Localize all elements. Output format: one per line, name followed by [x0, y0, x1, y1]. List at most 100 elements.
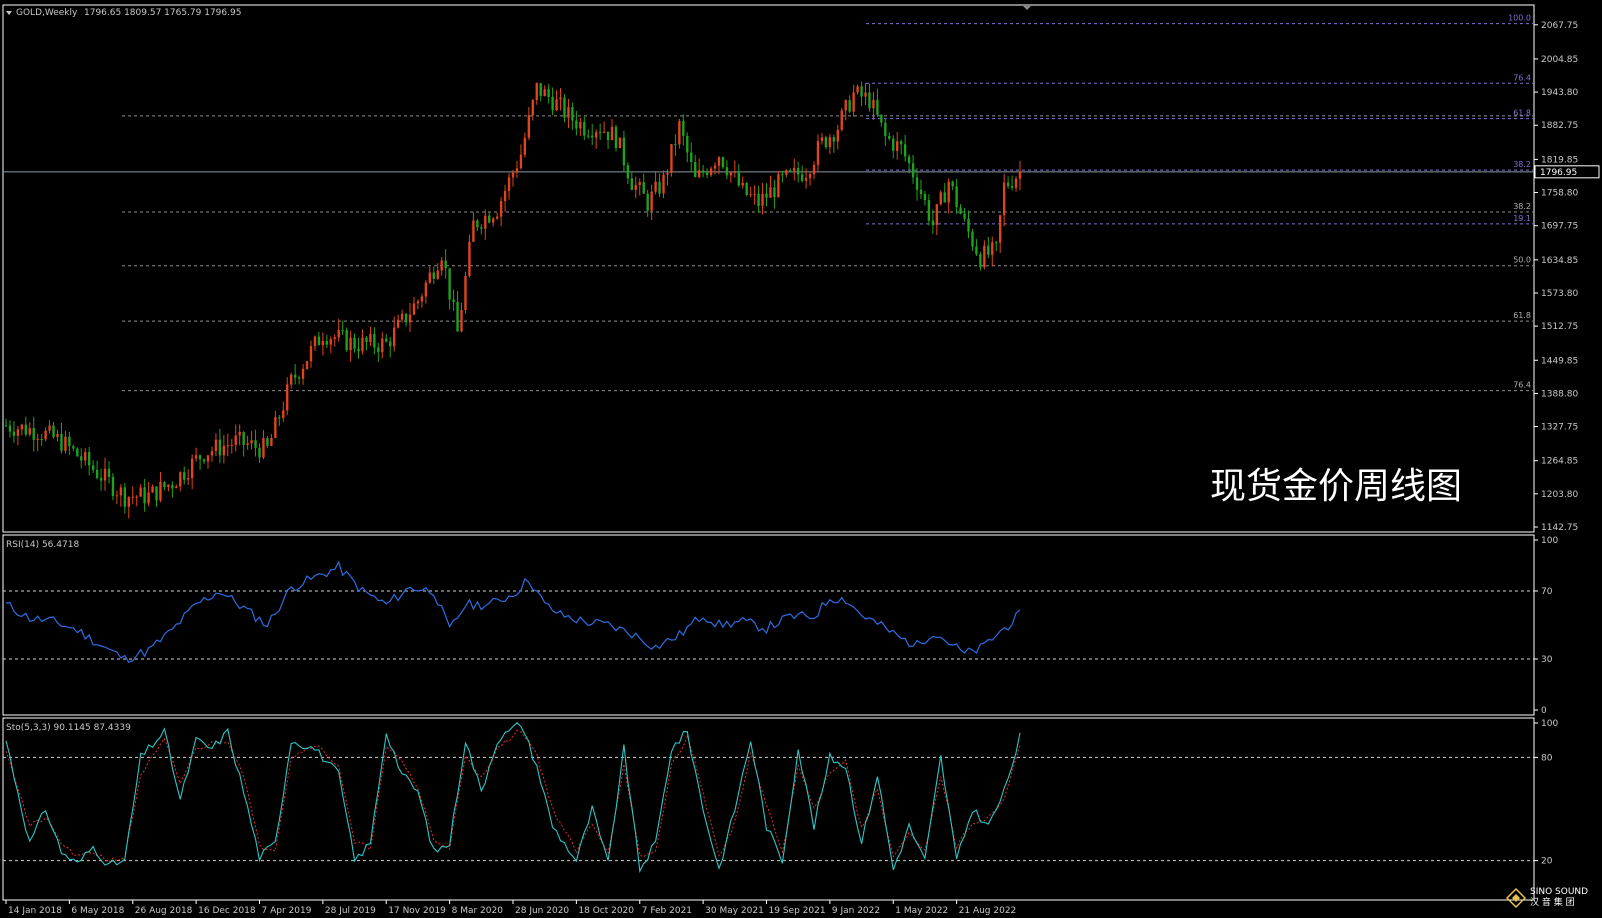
candle-body — [40, 439, 43, 441]
price-tick-label: 2004.85 — [1541, 55, 1578, 65]
candle-body — [899, 141, 903, 145]
candle-body — [84, 452, 87, 461]
candle-body — [721, 157, 725, 168]
candle-body — [305, 361, 309, 369]
candle-body — [428, 272, 432, 283]
time-tick-label: 9 Jan 2022 — [832, 906, 880, 916]
price-tick-label: 1388.80 — [1541, 389, 1578, 399]
candle-body — [337, 330, 340, 338]
rsi-tick-label: 0 — [1541, 706, 1547, 716]
price-tick-label: 1758.80 — [1541, 189, 1578, 199]
gold-weekly-chart: 2067.75 2004.85 1943.80 1882.75 1819.85 1758.… — [2, 4, 1600, 916]
candle-body — [959, 207, 962, 214]
candle-body — [571, 107, 574, 121]
candle-body — [254, 440, 257, 448]
candle-body — [523, 137, 527, 155]
candle-body — [123, 487, 127, 507]
candle-body — [325, 341, 329, 345]
candle-body — [499, 201, 503, 217]
candle-body — [266, 438, 269, 446]
candle-body — [381, 338, 384, 353]
candle-body — [202, 459, 206, 462]
candle-body — [289, 374, 293, 385]
candle-body — [210, 451, 214, 456]
candle-body — [119, 487, 123, 496]
candle-body — [103, 468, 107, 481]
time-tick-label: 8 Mar 2020 — [452, 906, 504, 916]
logo-text: SINO SOUND — [1530, 887, 1588, 897]
chart-caption: 现货金价周线图 — [1210, 466, 1462, 507]
candle-body — [448, 268, 451, 300]
candle-body — [658, 181, 661, 194]
candle-body — [832, 137, 836, 142]
sto-tick-label: 80 — [1541, 753, 1553, 763]
candle-body — [480, 227, 483, 229]
sto-tick-label: 100 — [1541, 719, 1558, 729]
candle-body — [991, 242, 994, 255]
candle-body — [1010, 186, 1014, 188]
candle-body — [848, 100, 851, 112]
candle-body — [892, 138, 895, 151]
candle-body — [194, 455, 198, 459]
candle-body — [717, 157, 721, 166]
candle-body — [840, 110, 843, 130]
candle-body — [622, 137, 626, 166]
candle-body — [297, 377, 301, 379]
rsi-tick-label: 100 — [1541, 536, 1558, 546]
candle-body — [373, 333, 376, 348]
candle-body — [238, 432, 241, 436]
candle-body — [793, 168, 796, 171]
candle-body — [591, 135, 594, 138]
candle-body — [250, 440, 253, 444]
candle-body — [91, 465, 95, 470]
candle-body — [535, 83, 538, 101]
candle-body — [820, 137, 824, 142]
price-tick-label: 1203.80 — [1541, 490, 1578, 500]
candle-body — [12, 431, 16, 436]
candle-body — [159, 481, 162, 501]
candle-body — [60, 433, 63, 451]
symbol-menu-icon[interactable] — [6, 11, 12, 15]
candle-body — [309, 346, 313, 362]
candle-body — [765, 193, 768, 198]
candle-body — [634, 185, 637, 190]
candle-body — [80, 456, 83, 461]
fib-label-right: 19.1 — [1513, 214, 1531, 223]
time-tick-label: 14 Jan 2018 — [8, 906, 62, 916]
candle-body — [555, 99, 558, 111]
candle-body — [230, 444, 233, 446]
candle-body — [127, 497, 130, 507]
candle-body — [206, 455, 210, 462]
candle-body — [404, 313, 408, 323]
candle-body — [749, 194, 752, 196]
candle-body — [472, 220, 475, 242]
candle-body — [444, 260, 447, 269]
fib-label-left: 61.8 — [1513, 311, 1531, 320]
candle-body — [56, 433, 59, 437]
candle-body — [1006, 182, 1010, 187]
candle-body — [301, 368, 305, 379]
price-tick-label: 1512.75 — [1541, 322, 1578, 332]
candle-body — [915, 177, 919, 190]
candle-body — [495, 216, 499, 219]
candle-body — [943, 192, 946, 203]
candle-body — [769, 187, 772, 198]
candle-body — [812, 164, 816, 175]
candle-body — [167, 484, 170, 487]
candle-body — [903, 144, 907, 157]
fib-label-right: 100.0 — [1508, 14, 1531, 23]
candle-body — [416, 301, 420, 304]
candle-body — [317, 336, 321, 346]
candle-body — [456, 301, 459, 332]
candle-body — [670, 144, 673, 173]
candle-body — [179, 472, 182, 487]
candle-body — [666, 172, 669, 175]
shift-marker-icon[interactable] — [1023, 6, 1031, 10]
candle-body — [68, 436, 71, 447]
candle-body — [610, 126, 614, 141]
price-tick-label: 1573.80 — [1541, 289, 1578, 299]
candle-body — [507, 177, 511, 191]
candle-body — [1002, 182, 1006, 216]
candle-body — [24, 424, 27, 435]
candle-body — [939, 192, 942, 205]
